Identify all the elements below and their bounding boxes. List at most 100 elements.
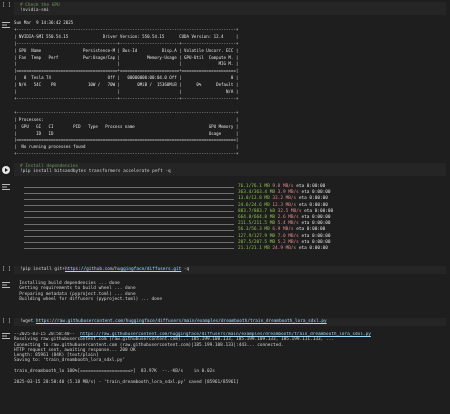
download-size: 207.5/207.5 MB bbox=[238, 239, 276, 245]
output-toggle-icon[interactable] bbox=[2, 333, 11, 339]
download-eta: eta 0:00:00 bbox=[301, 239, 331, 245]
nvidia-smi-line: +---------------------------------------… bbox=[14, 151, 239, 157]
download-size: 56.3/56.3 MB bbox=[238, 227, 270, 233]
download-eta: eta 0:00:00 bbox=[304, 208, 334, 214]
nvidia-smi-line: | NVIDIA-SMI 550.54.15 Driver Version: 5… bbox=[14, 33, 239, 39]
progress-bar bbox=[24, 248, 234, 250]
download-eta: eta 0:00:00 bbox=[296, 184, 326, 189]
progress-text: 76.1/76.1 MB 9.8 MB/s eta 0:00:00 bbox=[238, 184, 325, 189]
nvidia-smi-line: +---------------------------------------… bbox=[14, 109, 239, 115]
pip-progress-row: 21.1/21.1 MB 24.9 MB/s eta 0:00:00 bbox=[14, 246, 446, 252]
progress-text: 24.6/24.6 MB 12.3 MB/s eta 0:00:00 bbox=[238, 203, 328, 208]
code-text-suffix: -q bbox=[181, 267, 190, 272]
code-editor[interactable]: !pip install git+https://github.com/hugg… bbox=[14, 266, 446, 274]
progress-bar bbox=[24, 198, 234, 200]
nvidia-smi-line: | | | MIG M. | bbox=[14, 61, 239, 67]
progress-bar bbox=[24, 186, 234, 188]
download-eta: eta 0:00:00 bbox=[296, 227, 326, 233]
download-speed: 7.0 MB/s bbox=[277, 233, 299, 239]
nvidia-smi-line: | | | N/A | bbox=[14, 89, 239, 95]
download-size: 883.7/883.7 kB bbox=[238, 208, 276, 214]
download-speed: 6.9 MB/s bbox=[272, 227, 294, 233]
nvidia-smi-line: |=======================================… bbox=[14, 137, 239, 143]
nvidia-smi-line: | Fan Temp Perf Pwr:Usage/Cap | Memory-U… bbox=[14, 54, 239, 60]
code-line-command: !pip install bitsandbytes transformers a… bbox=[20, 169, 171, 174]
nvidia-smi-line: | GPU Name Persistence-M | Bus-Id Disp.A… bbox=[14, 47, 239, 53]
output-diffusers-install: Installing build dependencies ... done G… bbox=[0, 280, 450, 308]
download-size: 13.8/13.8 MB bbox=[238, 196, 270, 202]
code-text: !wget bbox=[20, 319, 36, 324]
output-toggle-icon[interactable] bbox=[2, 282, 11, 288]
progress-text: 56.3/56.3 MB 6.9 MB/s eta 0:00:00 bbox=[238, 227, 325, 232]
code-line-command: !nvidia-smi bbox=[20, 8, 50, 13]
nvidia-smi-line: | N/A 54C P8 10W / 70W | 0MiB / 15360MiB… bbox=[14, 82, 239, 88]
code-text: !pip install git+ bbox=[20, 267, 65, 272]
output-nvidia-smi: Sun Mar 9 14:36:42 2025 +----------------… bbox=[0, 20, 450, 160]
output-line: 2025-03-15 20:58:40 (5.18 MB/s) - ‘train… bbox=[14, 379, 239, 385]
nvidia-smi-line: | 0 Tesla T4 Off | 00000000:00:04.0 Off … bbox=[14, 75, 239, 81]
nvidia-smi-line bbox=[14, 103, 446, 110]
code-editor[interactable]: # Install dependencies !pip install bits… bbox=[14, 163, 446, 176]
script-url-link[interactable]: https://raw.githubusercontent.com/huggin… bbox=[36, 319, 327, 324]
download-eta: eta 0:00:00 bbox=[301, 214, 331, 220]
progress-text: 211.5/211.5 MB 5.4 MB/s eta 0:00:00 bbox=[238, 221, 331, 226]
progress-text: 21.1/21.1 MB 24.9 MB/s eta 0:00:00 bbox=[238, 246, 328, 251]
download-size: 363.4/363.4 MB bbox=[238, 190, 276, 196]
nvidia-smi-line: +---------------------------------------… bbox=[14, 95, 239, 101]
download-speed: 32.5 MB/s bbox=[277, 208, 302, 214]
download-speed: 24.9 MB/s bbox=[272, 245, 297, 251]
download-size: 664.8/664.8 MB bbox=[238, 214, 276, 220]
progress-text: 13.8/13.8 MB 33.2 MB/s eta 0:00:00 bbox=[238, 196, 328, 201]
download-size: 127.9/127.9 MB bbox=[238, 233, 276, 239]
download-eta: eta 0:00:00 bbox=[301, 233, 331, 239]
code-line-command: !wget https://raw.githubusercontent.com/… bbox=[20, 319, 327, 324]
nvidia-smi-line: | ID ID Usage | bbox=[14, 130, 239, 136]
code-editor[interactable]: !wget https://raw.githubusercontent.com/… bbox=[14, 318, 446, 326]
download-size: 24.6/24.6 MB bbox=[238, 202, 270, 208]
nvidia-smi-line: | No running processes found | bbox=[14, 144, 239, 150]
cell-check-gpu: [ ] # Check the GPU !nvidia-smi bbox=[0, 2, 450, 16]
progress-text: 127.9/127.9 MB 7.0 MB/s eta 0:00:00 bbox=[238, 234, 331, 239]
download-speed: 33.2 MB/s bbox=[272, 196, 297, 202]
output-toggle-icon[interactable] bbox=[2, 22, 11, 28]
download-speed: 12.3 MB/s bbox=[272, 202, 297, 208]
output-wget: --2025-03-15 20:58:40-- https://raw.gith… bbox=[0, 331, 450, 413]
download-speed: 3.9 MB/s bbox=[277, 190, 299, 196]
nvidia-smi-line: |=======================================… bbox=[14, 68, 239, 74]
nvidia-smi-line: | GPU GI CI PID Type Process name GPU Me… bbox=[14, 123, 239, 129]
download-eta: eta 0:00:00 bbox=[298, 202, 328, 208]
progress-bar bbox=[24, 223, 234, 225]
nvidia-smi-output: Sun Mar 9 14:36:42 2025 +----------------… bbox=[14, 20, 446, 158]
progress-bar bbox=[24, 236, 234, 237]
progress-bar bbox=[24, 229, 234, 231]
progress-text: 207.5/207.5 MB 5.2 MB/s eta 0:00:00 bbox=[238, 240, 331, 245]
download-size: 76.1/76.1 MB bbox=[238, 184, 270, 189]
progress-bar bbox=[24, 211, 234, 213]
output-pip-progress: 76.1/76.1 MB 9.8 MB/s eta 0:00:00 363.4/3… bbox=[0, 182, 450, 258]
output-line: Building wheel for diffusers (pyproject.… bbox=[14, 296, 163, 302]
download-eta: eta 0:00:00 bbox=[298, 245, 328, 251]
progress-bar bbox=[24, 192, 234, 194]
diffusers-repo-link[interactable]: https://github.com/huggingface/diffusers… bbox=[65, 267, 181, 272]
output-toggle-icon[interactable] bbox=[2, 184, 11, 190]
download-eta: eta 0:00:00 bbox=[301, 190, 331, 196]
download-speed: 2.6 MB/s bbox=[277, 214, 299, 220]
run-cell-button[interactable] bbox=[2, 166, 10, 174]
code-line-command: !pip install git+https://github.com/hugg… bbox=[20, 267, 189, 272]
progress-bar bbox=[24, 242, 234, 244]
download-speed: 5.2 MB/s bbox=[277, 239, 299, 245]
download-speed: 5.4 MB/s bbox=[277, 221, 299, 227]
progress-bar bbox=[24, 205, 234, 207]
code-editor[interactable]: # Check the GPU !nvidia-smi bbox=[14, 2, 446, 15]
download-eta: eta 0:00:00 bbox=[298, 196, 328, 202]
download-speed: 9.8 MB/s bbox=[272, 184, 294, 189]
cell-wget-script: [ ] !wget https://raw.githubusercontent.… bbox=[0, 318, 450, 327]
nvidia-smi-line: | Processes: | bbox=[14, 116, 239, 122]
download-size: 21.1/21.1 MB bbox=[238, 245, 270, 251]
nvidia-smi-line: |---------------------------------------… bbox=[14, 40, 239, 46]
cell-install-diffusers: [ ] !pip install git+https://github.com/… bbox=[0, 266, 450, 275]
download-eta: eta 0:00:00 bbox=[301, 221, 331, 227]
nvidia-smi-line: Sun Mar 9 14:36:42 2025 bbox=[14, 20, 74, 25]
progress-bar bbox=[24, 217, 234, 219]
cell-install-deps: # Install dependencies !pip install bits… bbox=[0, 163, 450, 177]
